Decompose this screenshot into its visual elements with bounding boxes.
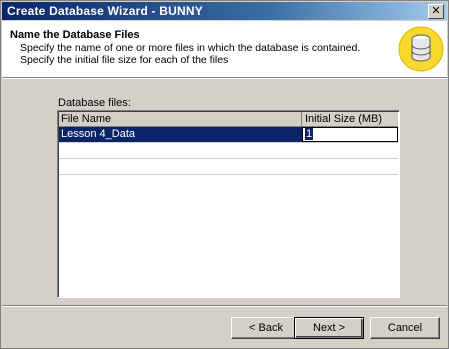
empty-row[interactable] bbox=[59, 143, 398, 159]
next-button[interactable]: Next > bbox=[294, 317, 364, 339]
table-row[interactable]: Lesson 4_Data 1 bbox=[59, 127, 398, 143]
database-files-grid[interactable]: File Name Initial Size (MB) Lesson 4_Dat… bbox=[57, 110, 400, 298]
footer-divider bbox=[2, 305, 447, 307]
wizard-header: Name the Database Files Specify the name… bbox=[2, 21, 447, 78]
close-button[interactable]: ✕ bbox=[428, 4, 444, 19]
column-header-file-name[interactable]: File Name bbox=[61, 112, 302, 126]
close-icon: ✕ bbox=[431, 4, 441, 17]
window-title: Create Database Wizard - BUNNY bbox=[7, 4, 203, 18]
title-bar[interactable]: Create Database Wizard - BUNNY ✕ bbox=[2, 2, 447, 20]
database-icon bbox=[398, 26, 444, 72]
page-description: Specify the name of one or more files in… bbox=[20, 42, 361, 66]
initial-size-input[interactable]: 1 bbox=[302, 127, 398, 142]
column-header-initial-size[interactable]: Initial Size (MB) bbox=[305, 112, 395, 126]
initial-size-value: 1 bbox=[305, 128, 314, 140]
file-name-cell[interactable]: Lesson 4_Data bbox=[59, 127, 302, 142]
database-files-label: Database files: bbox=[58, 97, 131, 109]
header-divider bbox=[2, 78, 447, 79]
empty-row[interactable] bbox=[59, 159, 398, 175]
page-title: Name the Database Files bbox=[10, 29, 140, 41]
grid-header: File Name Initial Size (MB) bbox=[59, 112, 398, 127]
back-button[interactable]: < Back bbox=[231, 317, 301, 339]
cancel-button[interactable]: Cancel bbox=[370, 317, 440, 339]
wizard-window: Create Database Wizard - BUNNY ✕ Name th… bbox=[0, 0, 449, 349]
